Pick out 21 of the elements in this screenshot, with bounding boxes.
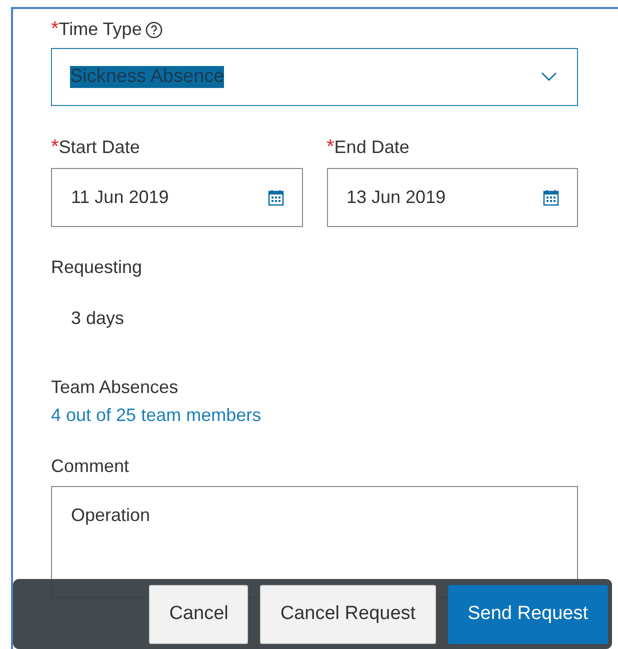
calendar-icon[interactable] (268, 189, 284, 206)
field-label: Team Absences (51, 377, 180, 398)
chevron-down-icon (541, 72, 557, 82)
footer-button[interactable]: Cancel Request (260, 584, 436, 644)
required-asterisk: * (51, 136, 59, 159)
help-icon[interactable] (144, 20, 163, 38)
field-label: Time Type (58, 19, 142, 40)
required-asterisk: * (51, 18, 59, 41)
field-label: Comment (51, 456, 130, 477)
field-label: End Date (334, 137, 410, 158)
field-label: Start Date (58, 137, 140, 158)
field-label: Requesting (51, 257, 144, 278)
team-members-link[interactable]: 4 out of 25 team members (51, 405, 262, 426)
footer-button[interactable]: Cancel (149, 584, 248, 644)
required-asterisk: * (326, 136, 334, 159)
calendar-icon[interactable] (543, 189, 559, 206)
requesting-value: 3 days (71, 309, 126, 327)
footer-button[interactable]: Send Request (448, 584, 608, 644)
date-field[interactable]: 13 Jun 2019 (326, 168, 578, 227)
dropdown-value: Sickness Absence (70, 66, 224, 88)
date-field[interactable]: 11 Jun 2019 (51, 168, 302, 227)
